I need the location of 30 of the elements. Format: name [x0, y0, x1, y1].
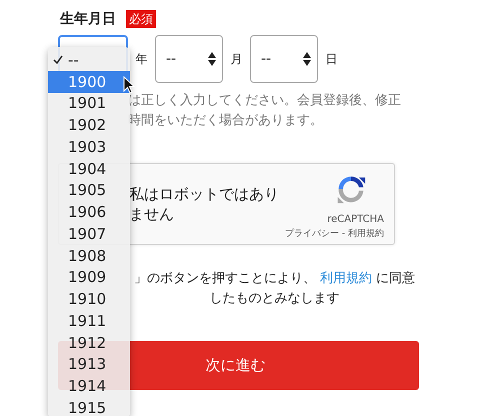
- required-badge: 必須: [126, 10, 156, 28]
- recaptcha-brand: reCAPTCHA: [327, 214, 384, 225]
- unit-label: 日: [324, 50, 338, 68]
- updown-icon: [208, 52, 216, 66]
- consent-text: 」のボタンを押すことにより、 利用規約 に同意 したものとみなします: [132, 270, 416, 308]
- privacy-terms-link[interactable]: プライバシー - 利用規約: [285, 227, 384, 240]
- dropdown-option[interactable]: 1901: [48, 92, 130, 114]
- dropdown-option[interactable]: 1900: [48, 70, 130, 92]
- dropdown-option[interactable]: 1904: [48, 158, 130, 180]
- dropdown-option[interactable]: 1905: [48, 180, 130, 202]
- captcha-label: 私はロボットではあり ません: [129, 184, 279, 225]
- select-field[interactable]: --: [155, 35, 223, 83]
- dropdown-option[interactable]: 1902: [48, 114, 130, 136]
- dropdown-option[interactable]: --: [48, 49, 130, 71]
- dropdown-option[interactable]: 1915: [48, 397, 130, 416]
- dropdown-option[interactable]: 1910: [48, 288, 130, 310]
- unit-label: 年: [134, 50, 148, 68]
- hint-text: は正しく入力してください。会員登録後、修正 時間をいただく場合があります。: [128, 92, 401, 130]
- unit-label: 月: [230, 50, 244, 68]
- select-field[interactable]: --: [250, 35, 318, 83]
- dropdown-option[interactable]: 1911: [48, 310, 130, 332]
- dropdown-option[interactable]: 1908: [48, 244, 130, 266]
- updown-icon: [303, 52, 311, 66]
- dropdown-option[interactable]: 1906: [48, 201, 130, 223]
- dropdown-option[interactable]: 1907: [48, 223, 130, 245]
- cursor-icon: [123, 76, 135, 94]
- dropdown-option[interactable]: 1909: [48, 266, 130, 288]
- terms-link[interactable]: 利用規約: [320, 271, 372, 286]
- field-label: 生年月日: [58, 10, 116, 28]
- dropdown-option[interactable]: 1903: [48, 136, 130, 158]
